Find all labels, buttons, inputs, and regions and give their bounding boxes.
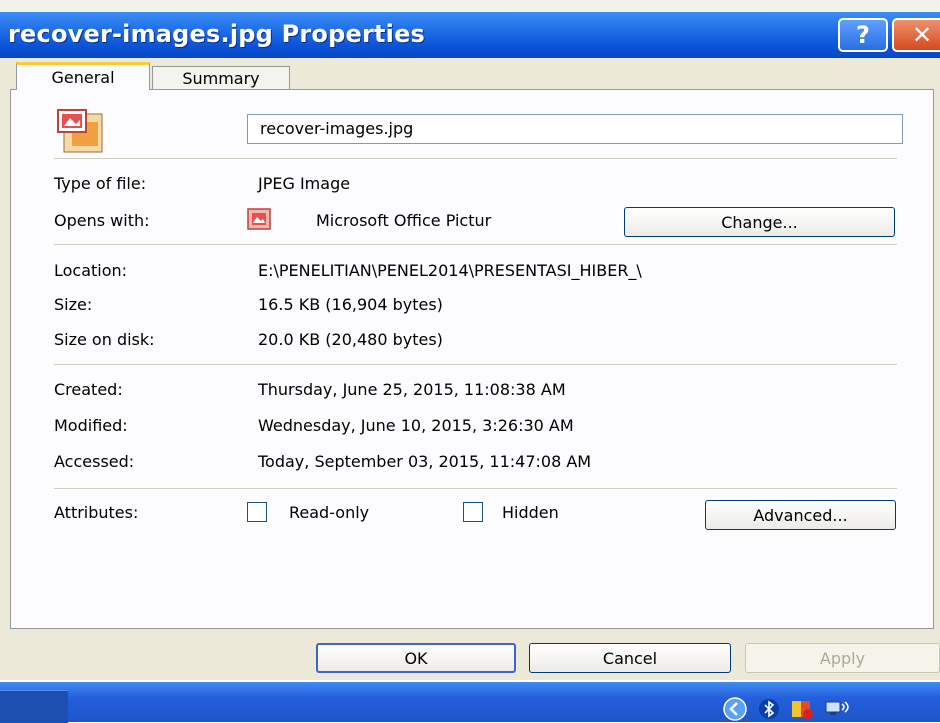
ok-button[interactable]: OK <box>316 643 516 673</box>
advanced-button[interactable]: Advanced... <box>705 500 896 530</box>
properties-dialog: General Summary <box>0 58 940 680</box>
jpeg-file-icon <box>57 109 103 153</box>
general-panel <box>10 89 934 629</box>
security-shield-icon[interactable] <box>790 698 814 720</box>
system-tray <box>722 696 940 722</box>
opens-with-value: Microsoft Office Pictur <box>316 211 492 230</box>
screen-top-strip <box>0 0 940 12</box>
separator <box>54 158 897 159</box>
cancel-button[interactable]: Cancel <box>529 643 731 673</box>
type-of-file-value: JPEG Image <box>258 174 351 193</box>
close-icon: ✕ <box>911 21 933 49</box>
read-only-label[interactable]: Read-only <box>289 503 369 522</box>
bluetooth-icon[interactable] <box>758 698 780 720</box>
window-title: recover-images.jpg Properties <box>8 20 426 48</box>
type-of-file-label: Type of file: <box>54 174 147 193</box>
opens-with-label: Opens with: <box>54 211 150 230</box>
separator <box>54 244 897 245</box>
attributes-label: Attributes: <box>54 503 139 522</box>
change-button[interactable]: Change... <box>624 207 895 237</box>
accessed-value: Today, September 03, 2015, 11:47:08 AM <box>258 452 592 471</box>
location-label: Location: <box>54 261 128 280</box>
read-only-checkbox[interactable] <box>247 502 267 522</box>
modified-value: Wednesday, June 10, 2015, 3:26:30 AM <box>258 416 574 435</box>
size-label: Size: <box>54 295 93 314</box>
apply-button[interactable]: Apply <box>745 643 940 673</box>
location-value: E:\PENELITIAN\PENEL2014\PRESENTASI_HIBER… <box>258 261 642 280</box>
network-icon[interactable] <box>824 698 852 720</box>
accessed-label: Accessed: <box>54 452 135 471</box>
close-button[interactable]: ✕ <box>892 18 940 52</box>
created-label: Created: <box>54 380 123 399</box>
size-value: 16.5 KB (16,904 bytes) <box>258 295 443 314</box>
taskbar-button[interactable] <box>0 690 68 723</box>
file-name-field[interactable]: recover-images.jpg <box>247 114 903 144</box>
hidden-label[interactable]: Hidden <box>502 503 559 522</box>
picture-manager-icon <box>247 208 271 230</box>
separator <box>54 364 897 365</box>
title-bar[interactable]: recover-images.jpg Properties ? ✕ <box>0 12 940 58</box>
tab-summary[interactable]: Summary <box>152 66 290 90</box>
size-on-disk-label: Size on disk: <box>54 330 155 349</box>
tab-general[interactable]: General <box>16 62 150 90</box>
help-icon: ? <box>856 21 870 49</box>
chevron-left-icon[interactable] <box>722 696 748 722</box>
size-on-disk-value: 20.0 KB (20,480 bytes) <box>258 330 443 349</box>
hidden-checkbox[interactable] <box>463 502 483 522</box>
taskbar <box>0 682 940 723</box>
separator <box>54 488 897 489</box>
created-value: Thursday, June 25, 2015, 11:08:38 AM <box>258 380 566 399</box>
modified-label: Modified: <box>54 416 128 435</box>
help-button[interactable]: ? <box>838 18 888 52</box>
